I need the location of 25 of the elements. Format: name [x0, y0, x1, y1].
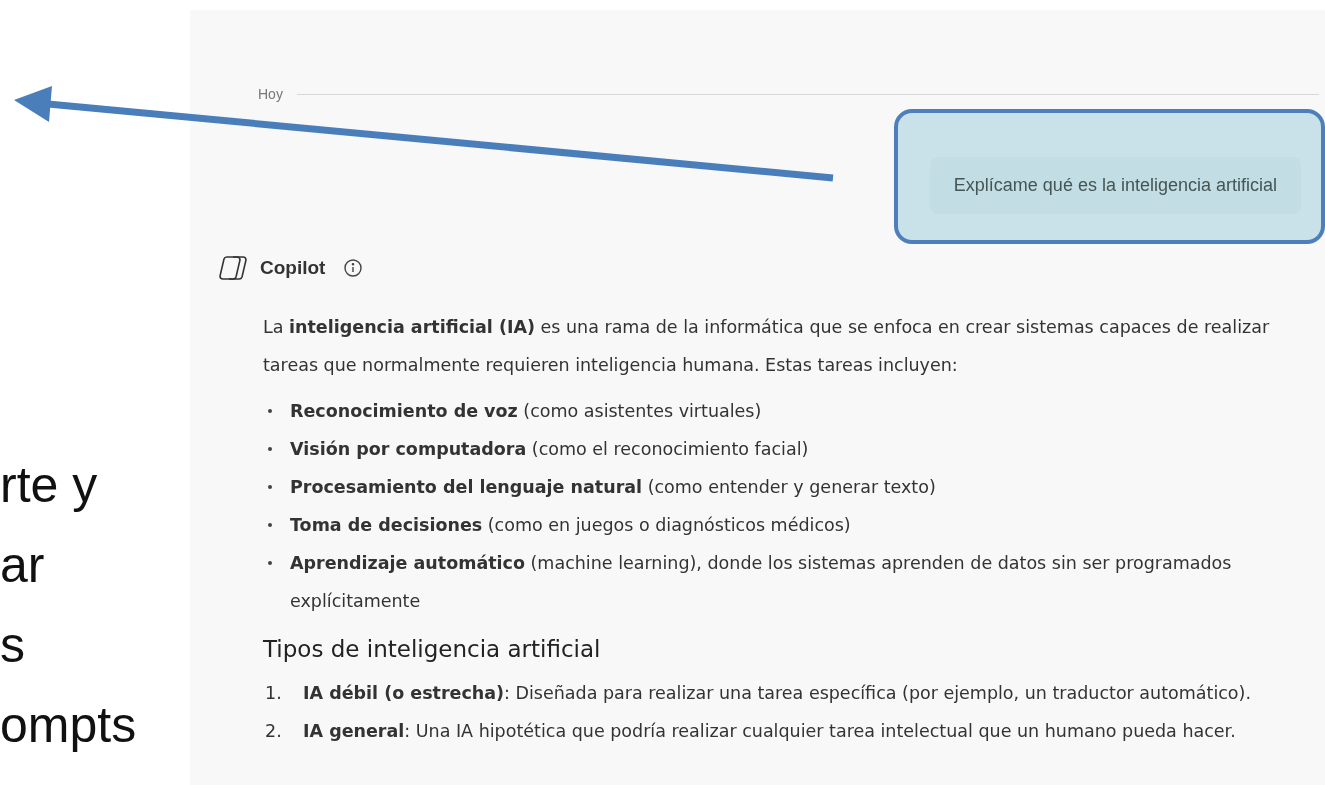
- bullet-text: Reconocimiento de voz (como asistentes virtuales): [290, 400, 762, 423]
- slide-text: ar: [0, 536, 46, 595]
- bullet-dot: [268, 523, 272, 527]
- bullet-text: Visión por computadora (como el reconocimiento facial): [290, 438, 809, 461]
- date-label: Hoy: [258, 86, 283, 102]
- assistant-name: Copilot: [260, 257, 326, 279]
- slide-text: ompts: [0, 696, 138, 755]
- slide-text: s: [0, 616, 26, 675]
- user-message: Explícame qué es la inteligencia artificial: [929, 157, 1301, 214]
- bullet-dot: [268, 485, 272, 489]
- section-heading: Tipos de inteligencia artificial: [263, 635, 602, 664]
- bullet-text: Aprendizaje automático (machine learning), donde los sistemas aprenden de datos sin ser programados explícitamente: [290, 552, 1233, 613]
- list-number: 1.: [264, 682, 283, 705]
- list-number: 2.: [264, 720, 283, 743]
- slide-text: rte y: [0, 456, 99, 515]
- bullet-text: Toma de decisiones (como en juegos o diagnósticos médicos): [290, 514, 851, 537]
- bullet-dot: [268, 409, 272, 413]
- bullet-text: Procesamiento del lenguaje natural (como entender y generar texto): [290, 476, 936, 499]
- bullet-dot: [268, 447, 272, 451]
- bullet-dot: [268, 561, 272, 565]
- list-text: IA débil (o estrecha): Diseñada para realizar una tarea específica (por ejemplo, un traductor automático).: [303, 682, 1251, 705]
- info-icon[interactable]: [343, 258, 364, 278]
- list-text: IA general: Una IA hipotética que podría realizar cualquier tarea intelectual que un humano pueda hacer.: [303, 720, 1236, 743]
- answer-paragraph: La inteligencia artificial (IA) es una rama de la informática que se enfoca en crear sistemas capaces de realizar tareas que normalmente requieren inteligencia humana. Estas tareas incluyen:: [263, 316, 1271, 377]
- copilot-logo-icon: [218, 254, 248, 282]
